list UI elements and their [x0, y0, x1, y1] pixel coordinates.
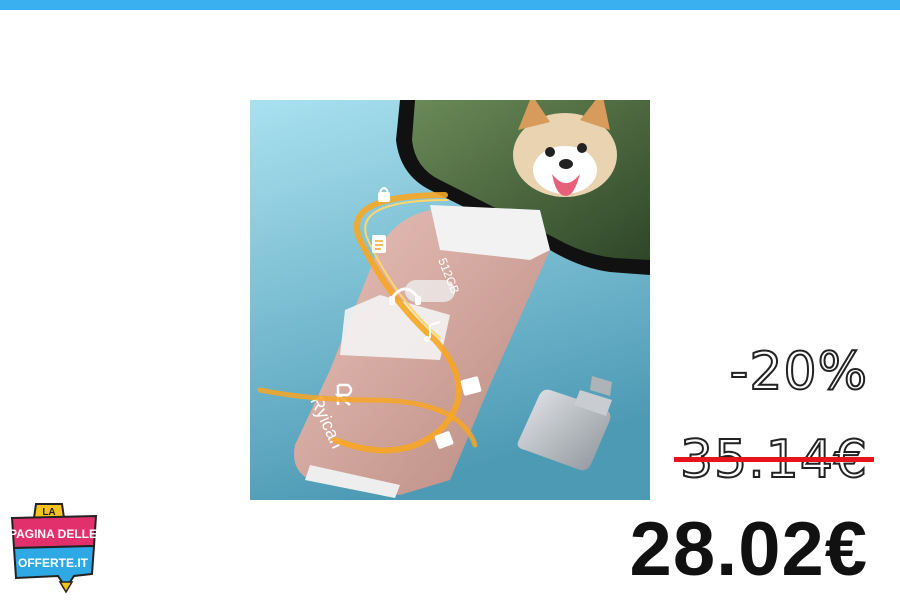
logo-badge: LA PAGINA DELLE OFFERTE.IT — [9, 503, 98, 594]
new-price: 28.02€ — [629, 507, 868, 592]
top-accent-bar — [0, 0, 900, 10]
logo-line-2: PAGINA DELLE — [9, 527, 97, 541]
logo-line-3: OFFERTE.IT — [18, 556, 89, 570]
product-image: 512GB Ryican — [250, 100, 650, 500]
old-price: 35.14€ — [674, 428, 874, 492]
discount-badge: -20% — [729, 341, 868, 403]
site-logo: LA PAGINA DELLE OFFERTE.IT — [8, 502, 100, 596]
document-icon — [372, 235, 386, 253]
strikethrough-line — [674, 457, 874, 462]
usb-drive-illustration: 512GB Ryican — [250, 100, 650, 500]
